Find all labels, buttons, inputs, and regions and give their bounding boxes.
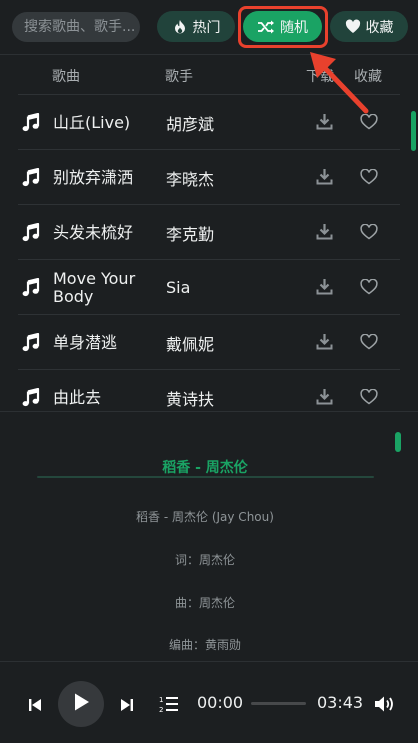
now-playing-underline bbox=[37, 476, 374, 478]
tab-random[interactable]: 随机 bbox=[243, 11, 322, 42]
shuffle-icon bbox=[257, 19, 275, 35]
music-note-icon bbox=[22, 277, 40, 301]
lyric-line: 词：周杰伦 bbox=[174, 553, 235, 567]
tab-favorites[interactable]: 收藏 bbox=[330, 11, 408, 42]
lyric-line: 曲：周杰伦 bbox=[174, 596, 235, 610]
song-artist: 戴佩妮 bbox=[166, 334, 215, 354]
favorite-heart-icon[interactable] bbox=[360, 278, 378, 299]
current-time: 00:00 bbox=[197, 693, 244, 712]
tab-hot[interactable]: 热门 bbox=[157, 11, 235, 42]
flame-icon bbox=[172, 19, 188, 35]
download-icon[interactable] bbox=[316, 113, 333, 134]
favorite-heart-icon[interactable] bbox=[360, 333, 378, 354]
song-title: 别放弃潇洒 bbox=[53, 167, 134, 187]
favorite-heart-icon[interactable] bbox=[360, 168, 378, 189]
song-artist: Sia bbox=[166, 278, 191, 297]
music-note-icon bbox=[22, 112, 40, 136]
music-note-icon bbox=[22, 332, 40, 356]
play-icon bbox=[72, 692, 90, 716]
header-download: 下载 bbox=[306, 69, 334, 85]
tab-random-label: 随机 bbox=[280, 19, 308, 36]
song-artist: 黄诗扶 bbox=[166, 389, 215, 409]
play-button[interactable] bbox=[58, 681, 104, 727]
song-artist: 李克勤 bbox=[166, 224, 215, 244]
player-bar: 1 2 00:00 03:43 bbox=[0, 661, 418, 743]
volume-icon[interactable] bbox=[374, 695, 396, 717]
download-icon[interactable] bbox=[316, 333, 333, 354]
music-note-icon bbox=[22, 167, 40, 191]
song-title: 单身潜逃 bbox=[53, 332, 118, 352]
header-favorite: 收藏 bbox=[354, 69, 382, 85]
now-playing-title: 稻香 - 周杰伦 bbox=[162, 460, 248, 476]
tab-favorites-label: 收藏 bbox=[365, 19, 394, 36]
download-icon[interactable] bbox=[316, 168, 333, 189]
song-row[interactable]: Move Your Body Sia bbox=[18, 260, 400, 315]
song-title: Move Your Body bbox=[53, 268, 136, 306]
favorite-heart-icon[interactable] bbox=[360, 388, 378, 409]
song-row[interactable]: 单身潜逃 戴佩妮 bbox=[18, 315, 400, 370]
song-artist: 李晓杰 bbox=[166, 169, 215, 189]
favorite-heart-icon[interactable] bbox=[360, 113, 378, 134]
song-title: 山丘(Live) bbox=[53, 112, 131, 132]
next-icon[interactable] bbox=[120, 697, 134, 716]
song-row[interactable]: 由此去 黄诗扶 bbox=[18, 370, 400, 410]
tab-hot-label: 热门 bbox=[192, 19, 221, 36]
list-scrollbar[interactable] bbox=[411, 111, 416, 151]
song-row[interactable]: 别放弃潇洒 李晓杰 bbox=[18, 150, 400, 205]
song-row[interactable]: 山丘(Live) 胡彦斌 bbox=[18, 95, 400, 150]
playlist-order-icon[interactable]: 1 2 bbox=[159, 695, 179, 717]
song-artist: 胡彦斌 bbox=[166, 114, 215, 134]
lyric-line: 稻香 - 周杰伦 (Jay Chou) bbox=[136, 510, 274, 524]
header-song: 歌曲 bbox=[52, 69, 80, 85]
music-note-icon bbox=[22, 387, 40, 410]
song-title: 由此去 bbox=[53, 387, 102, 407]
header-artist: 歌手 bbox=[165, 69, 193, 85]
music-note-icon bbox=[22, 222, 40, 246]
favorite-heart-icon[interactable] bbox=[360, 223, 378, 244]
lyrics-panel[interactable]: 稻香 - 周杰伦 稻香 - 周杰伦 (Jay Chou) 词：周杰伦 曲：周杰伦… bbox=[0, 411, 418, 661]
song-title: 头发未梳好 bbox=[53, 222, 134, 242]
lyric-line: 编曲：黄雨勋 bbox=[168, 638, 241, 652]
svg-text:2: 2 bbox=[159, 706, 163, 713]
top-bar: 热门 随机 收藏 bbox=[0, 0, 418, 54]
svg-text:1: 1 bbox=[159, 696, 163, 704]
song-row[interactable]: 头发未梳好 李克勤 bbox=[18, 205, 400, 260]
download-icon[interactable] bbox=[316, 388, 333, 409]
search-input[interactable] bbox=[12, 12, 140, 42]
progress-bar[interactable] bbox=[251, 702, 306, 705]
heart-icon bbox=[345, 19, 361, 34]
list-header: 歌曲 歌手 下载 收藏 bbox=[18, 55, 400, 95]
previous-icon[interactable] bbox=[28, 697, 42, 716]
download-icon[interactable] bbox=[316, 278, 333, 299]
lyrics-scrollbar[interactable] bbox=[395, 432, 401, 452]
song-list: 歌曲 歌手 下载 收藏 山丘(Live) 胡彦斌 别放弃潇洒 李晓杰 头发未梳好… bbox=[0, 54, 418, 410]
download-icon[interactable] bbox=[316, 223, 333, 244]
total-time: 03:43 bbox=[317, 693, 364, 712]
